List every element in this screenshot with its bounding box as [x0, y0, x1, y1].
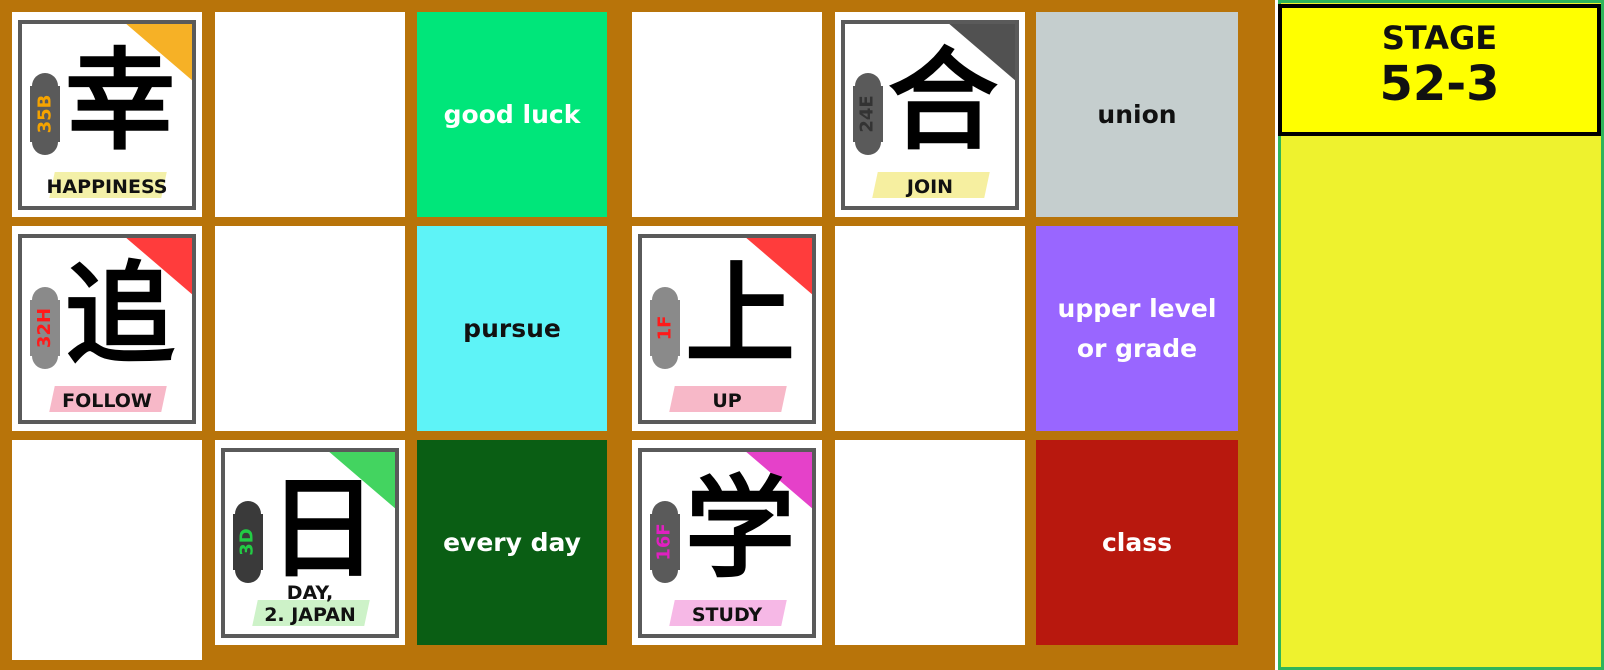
board-cell[interactable]: 24E 合 JOIN — [835, 12, 1025, 217]
word-label: class — [1101, 527, 1173, 557]
kanji-card[interactable]: 35B 幸 HAPPINESS — [18, 19, 196, 210]
word-tile[interactable]: every day — [417, 440, 607, 645]
word-label: good luck — [443, 99, 581, 129]
stage-label: STAGE — [1381, 19, 1498, 57]
board-cell[interactable]: 3D 日 DAY, 2. JAPAN — [215, 440, 405, 645]
empty-cell[interactable] — [215, 12, 405, 217]
card-meaning: FOLLOW — [62, 389, 152, 412]
empty-cell[interactable] — [835, 226, 1025, 431]
kanji-glyph: 幸 — [65, 36, 175, 165]
kanji-card[interactable]: 32H 追 FOLLOW — [18, 233, 196, 424]
word-label: union — [1097, 99, 1177, 129]
kanji-glyph: 上 — [685, 250, 795, 379]
board-cell[interactable]: 16F 学 STUDY — [632, 440, 822, 645]
word-tile[interactable]: upper level or grade — [1036, 226, 1238, 431]
card-meaning: HAPPINESS — [46, 175, 168, 198]
empty-cell[interactable] — [835, 440, 1025, 645]
card-meaning: STUDY — [691, 603, 763, 626]
game-board: 35B 幸 HAPPINESS good luck 24E 合 JOIN uni… — [0, 0, 1275, 670]
kanji-card[interactable]: 1F 上 UP — [638, 233, 816, 424]
board-cell[interactable]: 1F 上 UP — [632, 226, 822, 431]
stage-indicator: STAGE 52-3 — [1278, 4, 1601, 136]
word-label: upper level or grade — [1057, 293, 1217, 363]
empty-cell[interactable] — [632, 12, 822, 217]
kanji-card[interactable]: 3D 日 DAY, 2. JAPAN — [221, 447, 399, 638]
card-meaning: DAY, 2. JAPAN — [264, 581, 356, 626]
word-tile[interactable]: pursue — [417, 226, 607, 431]
word-tile[interactable]: good luck — [417, 12, 607, 217]
kanji-glyph: 追 — [65, 250, 175, 379]
board-cell[interactable]: 32H 追 FOLLOW — [12, 226, 202, 431]
kanji-card[interactable]: 24E 合 JOIN — [841, 19, 1019, 210]
board-cell[interactable]: 35B 幸 HAPPINESS — [12, 12, 202, 217]
word-tile[interactable]: union — [1036, 12, 1238, 217]
word-label: pursue — [463, 313, 561, 343]
card-meaning: UP — [712, 389, 742, 412]
kanji-glyph: 日 — [268, 464, 378, 593]
stage-number: 52-3 — [1379, 56, 1500, 112]
word-label: every day — [443, 527, 581, 557]
card-meaning: JOIN — [906, 175, 954, 198]
empty-cell[interactable] — [12, 440, 202, 660]
word-tile[interactable]: class — [1036, 440, 1238, 645]
kanji-glyph: 学 — [685, 464, 795, 593]
kanji-glyph: 合 — [888, 36, 998, 165]
kanji-card[interactable]: 16F 学 STUDY — [638, 447, 816, 638]
empty-cell[interactable] — [215, 226, 405, 431]
